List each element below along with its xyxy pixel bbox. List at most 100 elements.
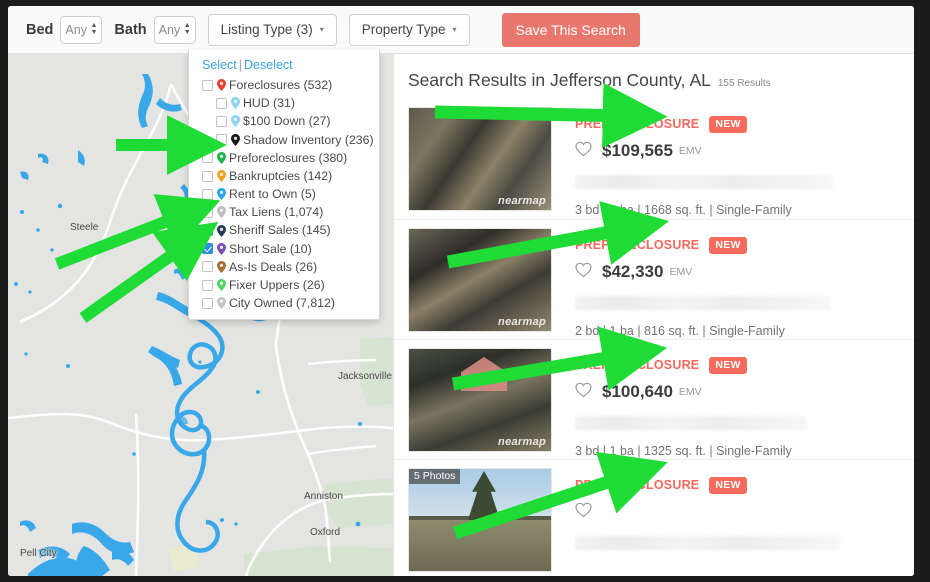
listing-type-option-label: As-Is Deals (26) [229, 261, 317, 273]
favorite-heart-icon[interactable] [575, 262, 592, 283]
redacted-address [575, 536, 840, 550]
listing-type-option[interactable]: Shadow Inventory (236) [189, 131, 379, 149]
map-pin-icon [217, 152, 226, 164]
favorite-heart-icon[interactable] [575, 502, 592, 523]
listing-type-option[interactable]: City Owned (7,812) [189, 294, 379, 312]
redacted-address [575, 175, 833, 189]
map-label-jacksonville: Jacksonville [338, 371, 392, 382]
status-label: PREFORECLOSURE [575, 238, 699, 252]
listing-type-dropdown-panel: Select|Deselect Foreclosures (532)HUD (3… [188, 50, 380, 320]
bath-value: Any [159, 23, 181, 37]
deselect-all-link[interactable]: Deselect [244, 58, 293, 72]
listing-price-row: $100,640EMV [575, 381, 900, 403]
listing-type-option-label: Fixer Uppers (26) [229, 279, 325, 291]
status-badge: NEW [709, 116, 746, 133]
heart-icon [575, 262, 592, 278]
map-label-steele: Steele [70, 222, 98, 233]
checkbox[interactable] [202, 80, 213, 91]
chevron-down-icon: ▼ [90, 30, 97, 36]
select-all-link[interactable]: Select [202, 58, 237, 72]
map-pin-icon [231, 115, 240, 127]
listing-type-option[interactable]: Foreclosures (532) [189, 76, 379, 94]
listing-thumbnail[interactable]: nearmap [408, 107, 552, 211]
listing-list: nearmapPREFORECLOSURENEW$109,565EMV3 bd … [394, 99, 914, 576]
price-type-label: EMV [669, 266, 692, 278]
save-this-search-button[interactable]: Save This Search [502, 13, 640, 47]
listing-type-option[interactable]: Preforeclosures (380) [189, 149, 379, 167]
search-results-panel[interactable]: Search Results in Jefferson County, AL 1… [393, 54, 914, 576]
checkbox[interactable] [216, 134, 227, 145]
bed-label: Bed [26, 22, 53, 38]
map-pin-icon [217, 279, 226, 291]
chevron-down-icon: ▾ [320, 25, 324, 34]
favorite-heart-icon[interactable] [575, 382, 592, 403]
listing-price-row [575, 501, 900, 523]
listing-type-option-label: Shadow Inventory (236) [243, 134, 374, 146]
listing-specs: 2 bd | 1 ba | 816 sq. ft. | Single-Famil… [575, 324, 900, 338]
favorite-heart-icon[interactable] [575, 141, 592, 162]
chevron-down-icon: ▼ [184, 30, 191, 36]
heart-icon [575, 502, 592, 518]
listing-thumbnail[interactable]: 5 Photos [408, 468, 552, 572]
nearmap-watermark: nearmap [498, 316, 546, 328]
chevron-down-icon: ▾ [453, 25, 457, 34]
listing-type-option[interactable]: Bankruptcies (142) [189, 167, 379, 185]
listing-type-option[interactable]: HUD (31) [189, 94, 379, 112]
filter-toolbar: Bed Any ▲ ▼ Bath Any ▲ ▼ Listing Type (3… [8, 6, 914, 54]
listing-thumbnail[interactable]: nearmap [408, 348, 552, 452]
listing-card[interactable]: nearmapPREFORECLOSURENEW$100,640EMV3 bd … [394, 339, 914, 459]
checkbox[interactable] [202, 189, 213, 200]
listing-type-option[interactable]: $100 Down (27) [189, 112, 379, 130]
listing-card[interactable]: 5 PhotosPREFORECLOSURENEW [394, 459, 914, 576]
listing-price: $100,640 [602, 382, 673, 402]
listing-type-option-label: Tax Liens (1,074) [229, 206, 323, 218]
checkbox[interactable] [216, 116, 227, 127]
listing-type-option[interactable]: As-Is Deals (26) [189, 258, 379, 276]
checkbox[interactable] [202, 298, 213, 309]
map-pin-icon [231, 97, 240, 109]
bath-stepper-arrows[interactable]: ▲ ▼ [184, 23, 191, 36]
screenshot-frame: Bed Any ▲ ▼ Bath Any ▲ ▼ Listing Type (3… [0, 0, 930, 582]
checkbox[interactable] [202, 171, 213, 182]
listing-type-option-label: Bankruptcies (142) [229, 170, 332, 182]
listing-type-option[interactable]: Tax Liens (1,074) [189, 203, 379, 221]
checkbox[interactable] [202, 243, 213, 254]
map-pin-icon [217, 261, 226, 273]
checkbox[interactable] [216, 98, 227, 109]
listing-card[interactable]: nearmap PREFORECLOSURENEW $42,330 EMV 2 bd |… [394, 219, 914, 339]
listing-details: PREFORECLOSURENEW [552, 468, 900, 570]
listing-type-dropdown-button[interactable]: Listing Type (3) ▾ [208, 14, 337, 46]
listing-type-option[interactable]: Sheriff Sales (145) [189, 222, 379, 240]
status-label: PREFORECLOSURE [575, 478, 699, 492]
nearmap-watermark: nearmap [498, 436, 546, 448]
checkbox[interactable] [202, 261, 213, 272]
listing-type-option-label: HUD (31) [243, 97, 295, 109]
listing-specs: 3 bd | 1 ba | 1325 sq. ft. | Single-Fami… [575, 444, 900, 458]
listing-type-option[interactable]: Short Sale (10) [189, 240, 379, 258]
checkbox[interactable] [202, 207, 213, 218]
ground-region [409, 520, 551, 571]
status-badge: NEW [709, 357, 746, 374]
bath-stepper[interactable]: Any ▲ ▼ [154, 16, 196, 44]
map-pin-icon [217, 225, 226, 237]
listing-card[interactable]: nearmapPREFORECLOSURENEW$109,565EMV3 bd … [394, 99, 914, 219]
map-pin-icon [217, 170, 226, 182]
checkbox[interactable] [202, 280, 213, 291]
property-type-dropdown-button[interactable]: Property Type ▾ [349, 14, 470, 46]
bed-stepper-arrows[interactable]: ▲ ▼ [90, 23, 97, 36]
map-label-oxford: Oxford [310, 527, 340, 538]
results-count: 155 Results [718, 78, 771, 89]
checkbox[interactable] [202, 225, 213, 236]
listing-price: $42,330 [602, 262, 663, 282]
bed-stepper[interactable]: Any ▲ ▼ [60, 16, 102, 44]
checkbox[interactable] [202, 152, 213, 163]
listing-thumbnail[interactable]: nearmap [408, 228, 552, 332]
listing-tags: PREFORECLOSURENEW [575, 236, 900, 254]
map-label-anniston: Anniston [304, 491, 343, 502]
listing-type-option[interactable]: Rent to Own (5) [189, 185, 379, 203]
listing-details: PREFORECLOSURENEW$42,330EMV2 bd | 1 ba |… [552, 228, 900, 330]
bath-label: Bath [114, 22, 146, 38]
listing-type-option-label: Sheriff Sales (145) [229, 224, 331, 236]
price-type-label: EMV [679, 145, 702, 157]
listing-type-option[interactable]: Fixer Uppers (26) [189, 276, 379, 294]
